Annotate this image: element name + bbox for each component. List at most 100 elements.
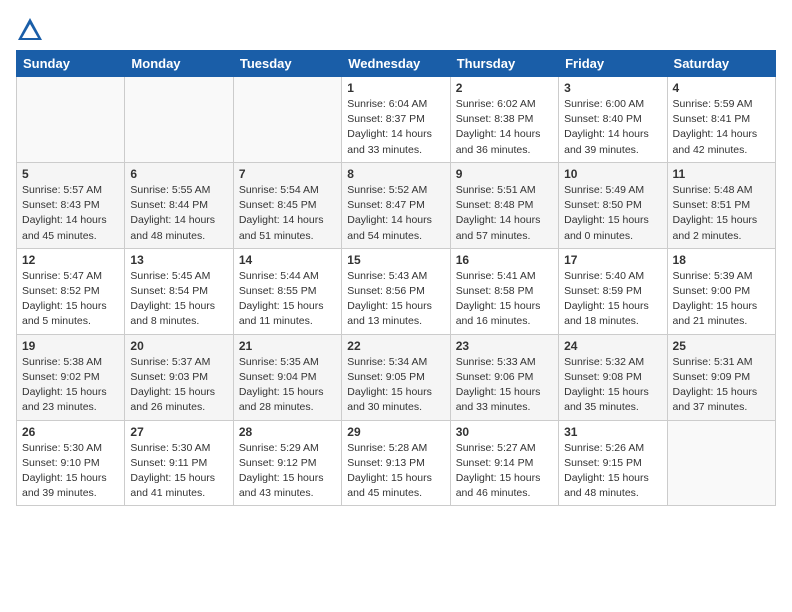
- calendar-cell: 13Sunrise: 5:45 AM Sunset: 8:54 PM Dayli…: [125, 248, 233, 334]
- day-info: Sunrise: 5:47 AM Sunset: 8:52 PM Dayligh…: [22, 269, 119, 330]
- calendar-week-row: 19 Sunrise: 5:38 AM Sunset: 9:02 PM Dayli…: [17, 334, 776, 420]
- day-number: 27: [130, 425, 227, 439]
- day-number: 9: [456, 167, 553, 181]
- day-number: 29: [347, 425, 444, 439]
- weekday-header: Wednesday: [342, 51, 450, 77]
- calendar-week-row: 5 Sunrise: 5:57 AM Sunset: 8:43 PM Daylig…: [17, 162, 776, 248]
- calendar-cell: 16 Sunrise: 5:41 AM Sunset: 8:58 PM Dayli…: [450, 248, 558, 334]
- calendar-cell: 25Sunrise: 5:31 AM Sunset: 9:09 PM Dayli…: [667, 334, 775, 420]
- day-info: Sunrise: 6:04 AM Sunset: 8:37 PM Dayligh…: [347, 97, 444, 158]
- day-info: Sunrise: 5:27 AM Sunset: 9:14 PM Dayligh…: [456, 441, 553, 502]
- day-info: Sunrise: 5:59 AM Sunset: 8:41 PM Dayligh…: [673, 97, 770, 158]
- calendar-cell: 4Sunrise: 5:59 AM Sunset: 8:41 PM Daylig…: [667, 77, 775, 163]
- calendar-cell: 14 Sunrise: 5:44 AM Sunset: 8:55 PM Dayli…: [233, 248, 341, 334]
- calendar-cell: [125, 77, 233, 163]
- calendar-body: 1 Sunrise: 6:04 AM Sunset: 8:37 PM Daylig…: [17, 77, 776, 506]
- calendar-cell: 7 Sunrise: 5:54 AM Sunset: 8:45 PM Daylig…: [233, 162, 341, 248]
- weekday-header: Monday: [125, 51, 233, 77]
- day-number: 30: [456, 425, 553, 439]
- calendar-cell: 30 Sunrise: 5:27 AM Sunset: 9:14 PM Dayli…: [450, 420, 558, 506]
- day-info: Sunrise: 5:57 AM Sunset: 8:43 PM Dayligh…: [22, 183, 119, 244]
- calendar-cell: 27 Sunrise: 5:30 AM Sunset: 9:11 PM Dayli…: [125, 420, 233, 506]
- day-number: 18: [673, 253, 770, 267]
- day-info: Sunrise: 5:49 AM Sunset: 8:50 PM Dayligh…: [564, 183, 661, 244]
- day-number: 17: [564, 253, 661, 267]
- day-info: Sunrise: 5:34 AM Sunset: 9:05 PM Dayligh…: [347, 355, 444, 416]
- logo-icon: [16, 16, 44, 44]
- calendar-cell: 9 Sunrise: 5:51 AM Sunset: 8:48 PM Daylig…: [450, 162, 558, 248]
- day-info: Sunrise: 5:48 AM Sunset: 8:51 PM Dayligh…: [673, 183, 770, 244]
- day-info: Sunrise: 5:51 AM Sunset: 8:48 PM Dayligh…: [456, 183, 553, 244]
- day-number: 7: [239, 167, 336, 181]
- calendar-cell: 18Sunrise: 5:39 AM Sunset: 9:00 PM Dayli…: [667, 248, 775, 334]
- calendar-cell: 8Sunrise: 5:52 AM Sunset: 8:47 PM Daylig…: [342, 162, 450, 248]
- day-number: 25: [673, 339, 770, 353]
- day-number: 20: [130, 339, 227, 353]
- calendar-cell: 11 Sunrise: 5:48 AM Sunset: 8:51 PM Dayli…: [667, 162, 775, 248]
- day-number: 8: [347, 167, 444, 181]
- calendar-cell: 21 Sunrise: 5:35 AM Sunset: 9:04 PM Dayli…: [233, 334, 341, 420]
- day-info: Sunrise: 6:02 AM Sunset: 8:38 PM Dayligh…: [456, 97, 553, 158]
- day-number: 31: [564, 425, 661, 439]
- calendar-cell: 28Sunrise: 5:29 AM Sunset: 9:12 PM Dayli…: [233, 420, 341, 506]
- header: [16, 16, 776, 44]
- calendar-week-row: 1 Sunrise: 6:04 AM Sunset: 8:37 PM Daylig…: [17, 77, 776, 163]
- day-info: Sunrise: 5:30 AM Sunset: 9:11 PM Dayligh…: [130, 441, 227, 502]
- day-number: 21: [239, 339, 336, 353]
- calendar-cell: 29 Sunrise: 5:28 AM Sunset: 9:13 PM Dayli…: [342, 420, 450, 506]
- day-info: Sunrise: 5:43 AM Sunset: 8:56 PM Dayligh…: [347, 269, 444, 330]
- calendar-week-row: 12 Sunrise: 5:47 AM Sunset: 8:52 PM Dayli…: [17, 248, 776, 334]
- calendar-cell: 10 Sunrise: 5:49 AM Sunset: 8:50 PM Dayli…: [559, 162, 667, 248]
- day-info: Sunrise: 5:35 AM Sunset: 9:04 PM Dayligh…: [239, 355, 336, 416]
- day-number: 6: [130, 167, 227, 181]
- day-info: Sunrise: 5:44 AM Sunset: 8:55 PM Dayligh…: [239, 269, 336, 330]
- day-info: Sunrise: 5:26 AM Sunset: 9:15 PM Dayligh…: [564, 441, 661, 502]
- calendar-cell: 15 Sunrise: 5:43 AM Sunset: 8:56 PM Dayli…: [342, 248, 450, 334]
- calendar-cell: [17, 77, 125, 163]
- day-number: 2: [456, 81, 553, 95]
- day-info: Sunrise: 5:55 AM Sunset: 8:44 PM Dayligh…: [130, 183, 227, 244]
- day-number: 12: [22, 253, 119, 267]
- calendar-cell: 5 Sunrise: 5:57 AM Sunset: 8:43 PM Daylig…: [17, 162, 125, 248]
- weekday-row: SundayMondayTuesdayWednesdayThursdayFrid…: [17, 51, 776, 77]
- day-number: 15: [347, 253, 444, 267]
- day-info: Sunrise: 5:30 AM Sunset: 9:10 PM Dayligh…: [22, 441, 119, 502]
- day-info: Sunrise: 5:40 AM Sunset: 8:59 PM Dayligh…: [564, 269, 661, 330]
- day-number: 11: [673, 167, 770, 181]
- day-info: Sunrise: 5:54 AM Sunset: 8:45 PM Dayligh…: [239, 183, 336, 244]
- day-info: Sunrise: 5:28 AM Sunset: 9:13 PM Dayligh…: [347, 441, 444, 502]
- weekday-header: Tuesday: [233, 51, 341, 77]
- day-number: 26: [22, 425, 119, 439]
- calendar-cell: [667, 420, 775, 506]
- weekday-header: Friday: [559, 51, 667, 77]
- day-number: 16: [456, 253, 553, 267]
- day-info: Sunrise: 5:29 AM Sunset: 9:12 PM Dayligh…: [239, 441, 336, 502]
- logo: [16, 16, 48, 44]
- day-number: 22: [347, 339, 444, 353]
- day-number: 19: [22, 339, 119, 353]
- day-number: 14: [239, 253, 336, 267]
- calendar-cell: [233, 77, 341, 163]
- day-info: Sunrise: 5:41 AM Sunset: 8:58 PM Dayligh…: [456, 269, 553, 330]
- calendar-cell: 24 Sunrise: 5:32 AM Sunset: 9:08 PM Dayli…: [559, 334, 667, 420]
- day-number: 1: [347, 81, 444, 95]
- calendar-cell: 17 Sunrise: 5:40 AM Sunset: 8:59 PM Dayli…: [559, 248, 667, 334]
- calendar-cell: 1 Sunrise: 6:04 AM Sunset: 8:37 PM Daylig…: [342, 77, 450, 163]
- day-info: Sunrise: 5:32 AM Sunset: 9:08 PM Dayligh…: [564, 355, 661, 416]
- calendar-table: SundayMondayTuesdayWednesdayThursdayFrid…: [16, 50, 776, 506]
- day-number: 3: [564, 81, 661, 95]
- calendar-cell: 23Sunrise: 5:33 AM Sunset: 9:06 PM Dayli…: [450, 334, 558, 420]
- calendar-cell: 2 Sunrise: 6:02 AM Sunset: 8:38 PM Daylig…: [450, 77, 558, 163]
- day-info: Sunrise: 5:45 AM Sunset: 8:54 PM Dayligh…: [130, 269, 227, 330]
- calendar-cell: 6 Sunrise: 5:55 AM Sunset: 8:44 PM Daylig…: [125, 162, 233, 248]
- calendar-header: SundayMondayTuesdayWednesdayThursdayFrid…: [17, 51, 776, 77]
- day-info: Sunrise: 5:38 AM Sunset: 9:02 PM Dayligh…: [22, 355, 119, 416]
- page-container: SundayMondayTuesdayWednesdayThursdayFrid…: [0, 0, 792, 516]
- calendar-cell: 19 Sunrise: 5:38 AM Sunset: 9:02 PM Dayli…: [17, 334, 125, 420]
- day-number: 24: [564, 339, 661, 353]
- day-info: Sunrise: 5:37 AM Sunset: 9:03 PM Dayligh…: [130, 355, 227, 416]
- day-number: 5: [22, 167, 119, 181]
- weekday-header: Sunday: [17, 51, 125, 77]
- calendar-cell: 26 Sunrise: 5:30 AM Sunset: 9:10 PM Dayli…: [17, 420, 125, 506]
- day-number: 10: [564, 167, 661, 181]
